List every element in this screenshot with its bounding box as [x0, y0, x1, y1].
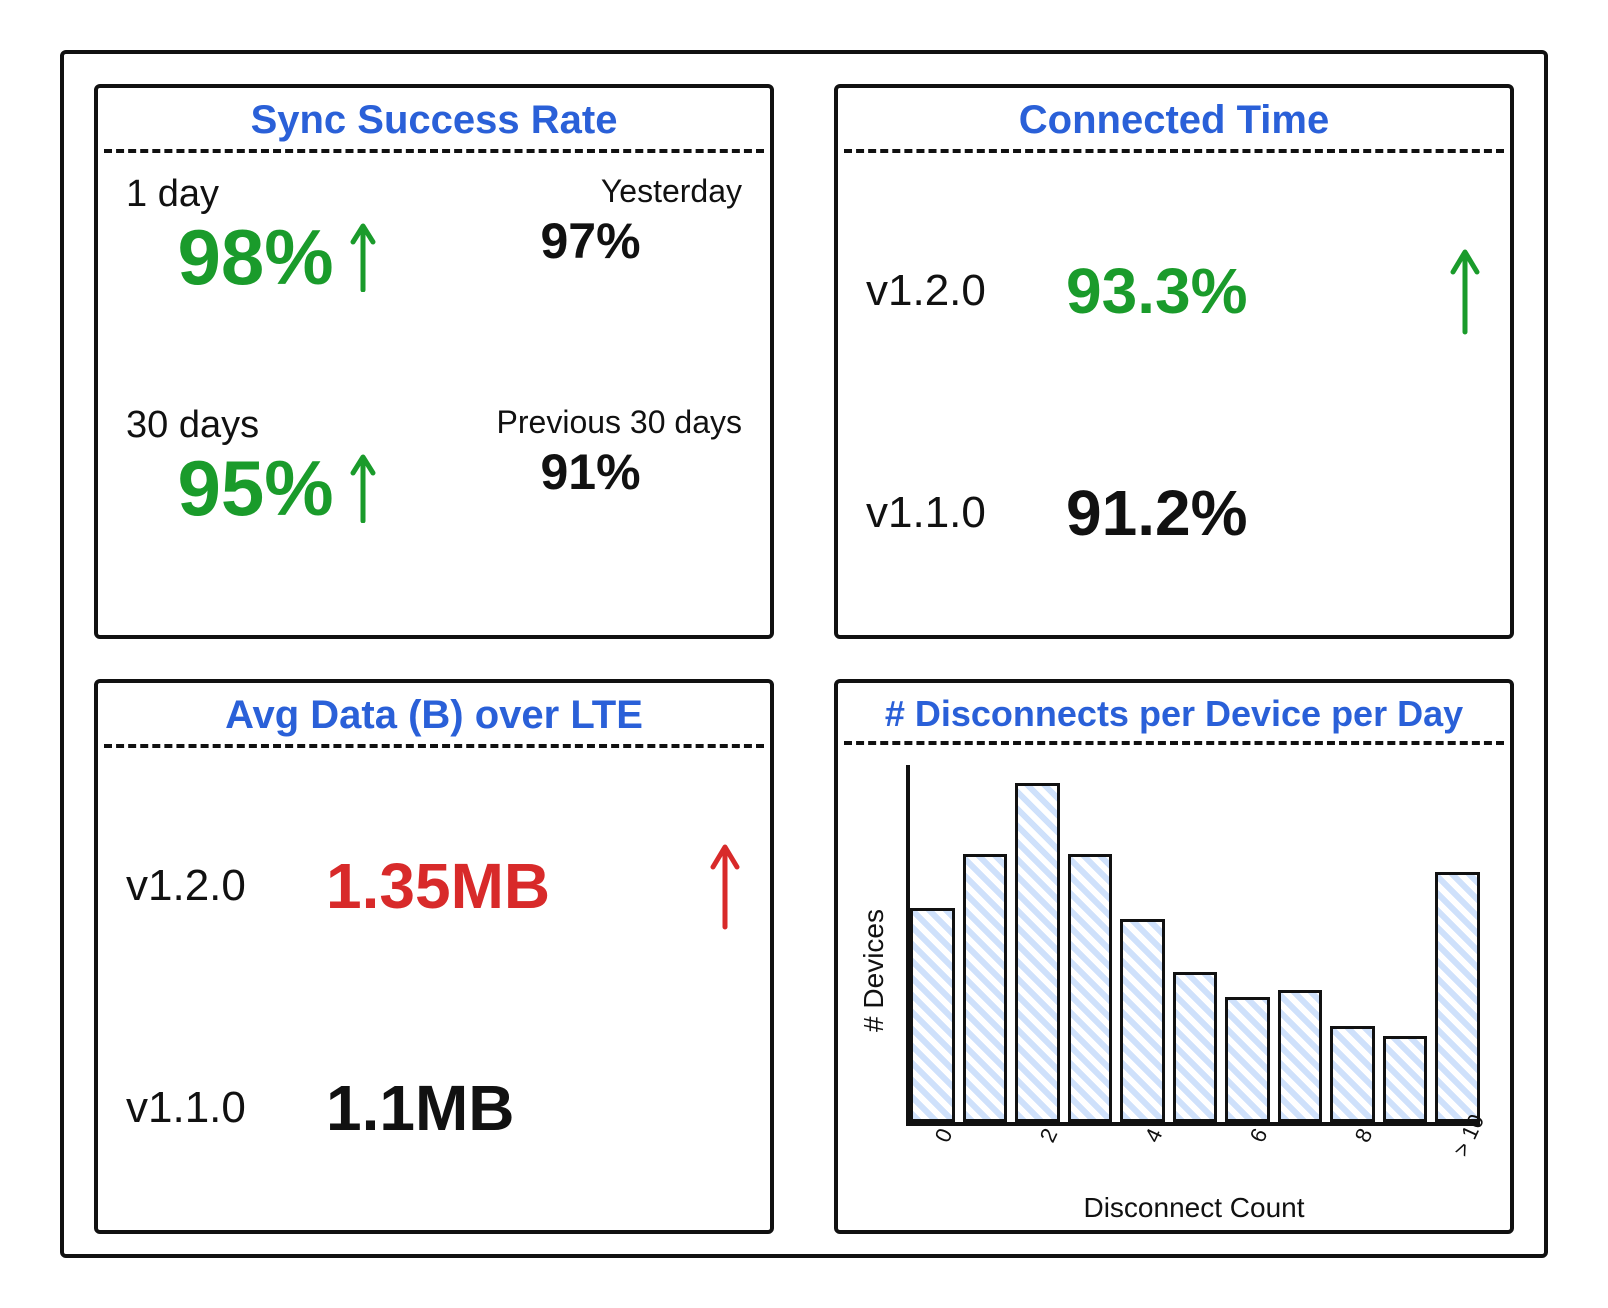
sync-compare-value: 91% [439, 443, 742, 501]
card-title: Connected Time [838, 88, 1510, 149]
sync-period-label: 30 days [126, 404, 429, 447]
divider [844, 741, 1504, 745]
trend-up-icon [348, 453, 378, 523]
sync-compare-label: Previous 30 days [439, 404, 742, 441]
sync-period-label: 1 day [126, 173, 429, 216]
divider [104, 744, 764, 748]
trend-up-icon [708, 841, 742, 931]
chart-ylabel: # Devices [858, 899, 890, 1042]
chart-bar [1068, 854, 1113, 1122]
sync-value: 95% [177, 449, 333, 527]
divider [104, 149, 764, 153]
trend-up-icon [348, 222, 378, 292]
card-sync-success-rate: Sync Success Rate 1 day 98% Yes [94, 84, 774, 639]
metric-row-current: v1.2.0 1.35MB [126, 841, 742, 931]
chart-bar [910, 908, 955, 1122]
histogram: # Devices 02468> 10 Disconnect Count [838, 751, 1510, 1230]
chart-bar [963, 854, 1008, 1122]
metric-value: 93.3% [1066, 259, 1247, 323]
chart-bar [1120, 919, 1165, 1122]
metric-value: 91.2% [1066, 481, 1247, 545]
sync-compare-label: Yesterday [439, 173, 742, 210]
chart-bars [910, 765, 1480, 1122]
chart-xticks: 02468> 10 [910, 1130, 1480, 1170]
version-label: v1.1.0 [126, 1083, 286, 1133]
chart-bar [1383, 1036, 1428, 1122]
card-disconnects-histogram: # Disconnects per Device per Day # Devic… [834, 679, 1514, 1234]
chart-bar [1278, 990, 1323, 1122]
chart-bar [1225, 997, 1270, 1122]
chart-bar [1173, 972, 1218, 1122]
chart-bar [1015, 783, 1060, 1122]
card-connected-time: Connected Time v1.2.0 93.3% v1.1.0 91.2% [834, 84, 1514, 639]
metric-value: 1.1MB [326, 1076, 515, 1140]
chart-bar [1435, 872, 1480, 1122]
version-label: v1.2.0 [126, 861, 286, 911]
card-title: Avg Data (B) over LTE [98, 683, 770, 744]
divider [844, 149, 1504, 153]
trend-up-icon [1448, 246, 1482, 336]
version-label: v1.2.0 [866, 266, 1026, 316]
chart-bar [1330, 1026, 1375, 1122]
sync-value: 98% [177, 218, 333, 296]
metric-row-previous: v1.1.0 91.2% [866, 481, 1482, 545]
metric-value: 1.35MB [326, 854, 550, 918]
card-avg-data-lte: Avg Data (B) over LTE v1.2.0 1.35MB v1.1… [94, 679, 774, 1234]
metric-row-previous: v1.1.0 1.1MB [126, 1076, 742, 1140]
card-title: Sync Success Rate [98, 88, 770, 149]
metric-row-current: v1.2.0 93.3% [866, 246, 1482, 336]
chart-xlabel: Disconnect Count [898, 1186, 1490, 1224]
sync-compare-value: 97% [439, 212, 742, 270]
sync-grid: 1 day 98% Yesterday 97% 30 days [126, 173, 742, 617]
card-title: # Disconnects per Device per Day [838, 683, 1510, 741]
dashboard-frame: Sync Success Rate 1 day 98% Yes [60, 50, 1548, 1258]
version-label: v1.1.0 [866, 488, 1026, 538]
